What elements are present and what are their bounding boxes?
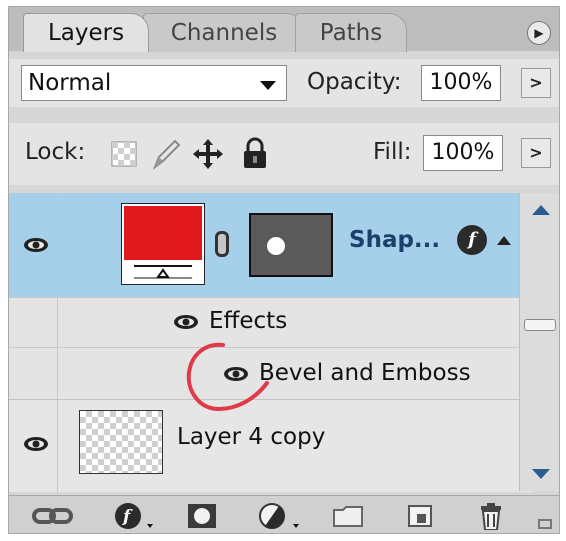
layer-thumbnail-fill[interactable] — [121, 203, 205, 285]
blend-opacity-row: Normal Opacity: 100% > — [9, 59, 559, 107]
new-group-folder-icon[interactable] — [331, 502, 365, 530]
red-color-fill — [124, 206, 202, 260]
layers-panel: Channels Paths Layers ▶ Normal Opacity: … — [8, 6, 560, 534]
visibility-eye-icon[interactable] — [23, 436, 49, 452]
tab-bar: Channels Paths Layers ▶ — [9, 7, 559, 52]
fill-field[interactable]: 100% — [423, 135, 503, 171]
blend-mode-value: Normal — [28, 70, 112, 96]
scroll-down-arrow-icon[interactable] — [530, 467, 552, 481]
blend-mode-select[interactable]: Normal — [21, 65, 287, 101]
lock-fill-row: Lock: Fill: 100% > — [9, 123, 559, 185]
scroll-up-arrow-icon[interactable] — [530, 203, 552, 217]
lock-transparent-pixels-icon[interactable] — [111, 141, 139, 169]
tab-paths[interactable]: Paths — [295, 13, 407, 52]
layer-row-shape-selected[interactable]: Shap... f — [9, 193, 533, 297]
lock-image-pixels-icon[interactable] — [149, 137, 181, 171]
lock-position-move-icon[interactable] — [191, 137, 225, 171]
opacity-slider-button[interactable]: > — [521, 68, 551, 98]
bevel-emboss-label: Bevel and Emboss — [259, 360, 471, 386]
resize-grip-icon[interactable] — [537, 516, 553, 534]
mask-shape — [267, 237, 285, 255]
divider — [57, 193, 58, 297]
scroll-thumb[interactable] — [524, 319, 556, 331]
vector-mask-thumbnail[interactable] — [249, 213, 333, 277]
link-layers-icon[interactable] — [31, 502, 75, 530]
tab-channels[interactable]: Channels — [143, 13, 305, 52]
divider — [57, 298, 58, 348]
fill-label: Fill: — [373, 139, 412, 165]
layer-effects-icon[interactable]: f — [457, 225, 487, 255]
divider — [57, 348, 58, 400]
add-layer-style-icon[interactable]: f — [113, 502, 157, 530]
new-adjustment-layer-icon[interactable] — [257, 502, 303, 530]
delete-layer-trash-icon[interactable] — [475, 502, 507, 530]
expand-effects-arrow-icon[interactable] — [495, 233, 513, 247]
add-layer-mask-icon[interactable] — [185, 502, 221, 530]
tab-layers[interactable]: Layers — [23, 13, 149, 52]
lock-label: Lock: — [25, 139, 86, 165]
opacity-label: Opacity: — [307, 69, 402, 95]
layers-list: Shap... f Effects Bevel and Emboss Layer… — [9, 193, 533, 492]
lock-all-padlock-icon[interactable] — [241, 137, 269, 171]
layer-name-layer-4-copy[interactable]: Layer 4 copy — [177, 424, 325, 450]
new-layer-icon[interactable] — [405, 502, 437, 530]
divider — [57, 400, 58, 492]
chevron-down-icon — [260, 81, 276, 90]
visibility-eye-icon[interactable] — [23, 237, 49, 253]
effects-label: Effects — [209, 308, 288, 334]
layers-scrollbar[interactable] — [519, 193, 559, 491]
opacity-field[interactable]: 100% — [421, 65, 501, 101]
fill-adjust-triangle-icon — [134, 265, 192, 279]
layer-name-shape[interactable]: Shap... — [349, 227, 440, 253]
layer-thumbnail-transparent[interactable] — [79, 410, 163, 474]
fill-slider-button[interactable]: > — [521, 138, 551, 168]
link-chain-icon[interactable] — [215, 231, 229, 257]
panel-menu-icon[interactable]: ▶ — [527, 21, 551, 45]
effects-visibility-eye-icon[interactable] — [173, 314, 199, 330]
red-annotation-circle — [186, 342, 269, 412]
bottom-toolbar: f — [9, 495, 559, 534]
